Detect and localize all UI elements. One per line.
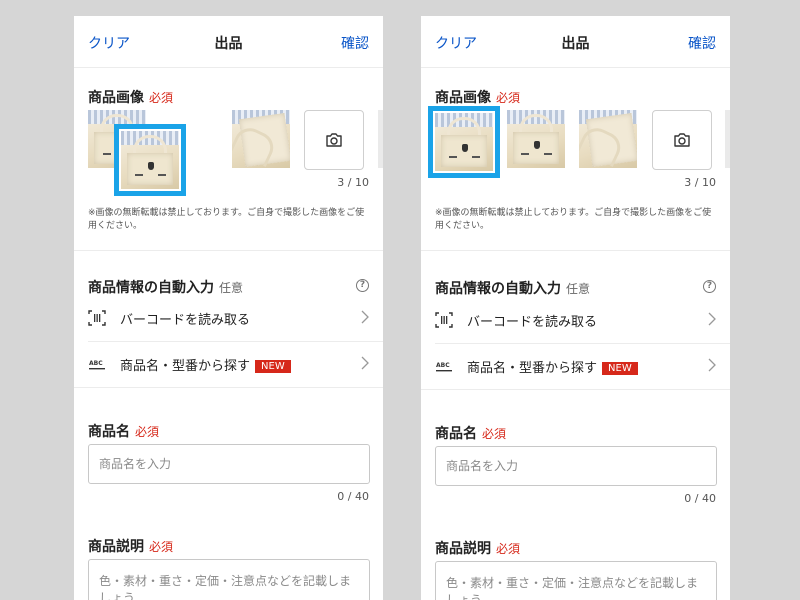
product-description-input[interactable] xyxy=(88,559,370,600)
new-badge: NEW xyxy=(602,362,638,375)
required-badge: 必須 xyxy=(149,540,174,554)
add-photo-button[interactable] xyxy=(652,110,712,170)
photo-thumbnail-offscreen xyxy=(725,110,730,168)
product-name-title: 商品名 必須 xyxy=(435,426,507,442)
chevron-right-icon xyxy=(361,310,369,324)
product-name-input[interactable] xyxy=(435,446,717,486)
product-name-input[interactable] xyxy=(88,444,370,484)
add-photo-button[interactable] xyxy=(304,110,364,170)
product-description-title: 商品説明 必須 xyxy=(88,539,174,555)
photo-counter: 3 / 10 xyxy=(337,176,369,189)
barcode-scan-label: バーコードを読み取る xyxy=(120,313,251,328)
abc-icon: ABC xyxy=(89,360,105,370)
chevron-right-icon xyxy=(708,358,716,372)
product-name-counter: 0 / 40 xyxy=(684,492,716,505)
barcode-scan-row[interactable]: バーコードを読み取る xyxy=(74,296,383,340)
divider xyxy=(421,250,730,251)
photo-thumbnail[interactable] xyxy=(507,110,565,168)
product-search-row[interactable]: ABC 商品名・型番から探す NEW xyxy=(74,342,383,386)
svg-text:ABC: ABC xyxy=(89,360,103,367)
product-images-title: 商品画像 必須 xyxy=(88,90,174,106)
product-name-title: 商品名 必須 xyxy=(88,424,160,440)
photo-counter: 3 / 10 xyxy=(684,176,716,189)
optional-badge: 任意 xyxy=(219,281,244,295)
navigation-bar: クリア 出品 確認 xyxy=(421,16,730,68)
listing-screen-dragging: クリア 出品 確認 商品画像 必須 3 / 10 ※画像の無断転載は禁止しておりま… xyxy=(74,16,383,600)
help-icon[interactable]: ? xyxy=(356,279,369,292)
product-description-title: 商品説明 必須 xyxy=(435,541,521,557)
barcode-scan-label: バーコードを読み取る xyxy=(467,315,598,330)
help-icon[interactable]: ? xyxy=(703,280,716,293)
photo-thumbnail-offscreen xyxy=(378,110,383,168)
barcode-scan-row[interactable]: バーコードを読み取る xyxy=(421,298,730,342)
chevron-right-icon xyxy=(708,312,716,326)
auto-input-title: 商品情報の自動入力 任意 xyxy=(435,281,591,297)
photo-note: ※画像の無断転載は禁止しております。ご自身で撮影した画像をご使用ください。 xyxy=(435,208,712,231)
product-search-label: 商品名・型番から探す NEW xyxy=(120,355,291,374)
required-badge: 必須 xyxy=(496,91,521,105)
required-badge: 必須 xyxy=(496,542,521,556)
new-badge: NEW xyxy=(255,360,291,373)
divider xyxy=(421,389,730,390)
photo-thumbnail-selected xyxy=(121,131,179,189)
photo-thumbnail[interactable] xyxy=(232,110,290,168)
divider xyxy=(74,250,383,251)
photo-thumbnail[interactable] xyxy=(579,110,637,168)
abc-icon: ABC xyxy=(436,362,452,372)
barcode-icon xyxy=(88,310,106,326)
chevron-right-icon xyxy=(361,356,369,370)
auto-input-title: 商品情報の自動入力 任意 xyxy=(88,280,244,296)
navigation-bar: クリア 出品 確認 xyxy=(74,16,383,68)
product-search-row[interactable]: ABC 商品名・型番から探す NEW xyxy=(421,344,730,388)
required-badge: 必須 xyxy=(149,91,174,105)
photo-note: ※画像の無断転載は禁止しております。ご自身で撮影した画像をご使用ください。 xyxy=(88,208,365,231)
confirm-button[interactable]: 確認 xyxy=(688,33,716,53)
product-name-counter: 0 / 40 xyxy=(337,490,369,503)
confirm-button[interactable]: 確認 xyxy=(341,33,369,53)
barcode-icon xyxy=(435,312,453,328)
optional-badge: 任意 xyxy=(566,282,591,296)
listing-screen-reordered: クリア 出品 確認 商品画像 必須 3 / 10 ※画像の無断転載は禁止しておりま… xyxy=(421,16,730,600)
dragged-photo[interactable] xyxy=(114,124,186,196)
page-title: 出品 xyxy=(561,36,590,52)
camera-icon xyxy=(674,133,690,147)
required-badge: 必須 xyxy=(135,425,160,439)
product-search-label: 商品名・型番から探す NEW xyxy=(467,357,638,376)
divider xyxy=(74,387,383,388)
svg-text:ABC: ABC xyxy=(436,362,450,369)
camera-icon xyxy=(326,133,342,147)
selected-photo[interactable] xyxy=(428,106,500,178)
page-title: 出品 xyxy=(214,36,243,52)
product-images-title: 商品画像 必須 xyxy=(435,90,521,106)
required-badge: 必須 xyxy=(482,427,507,441)
product-description-input[interactable] xyxy=(435,561,717,600)
photo-thumbnail-selected xyxy=(435,113,493,171)
